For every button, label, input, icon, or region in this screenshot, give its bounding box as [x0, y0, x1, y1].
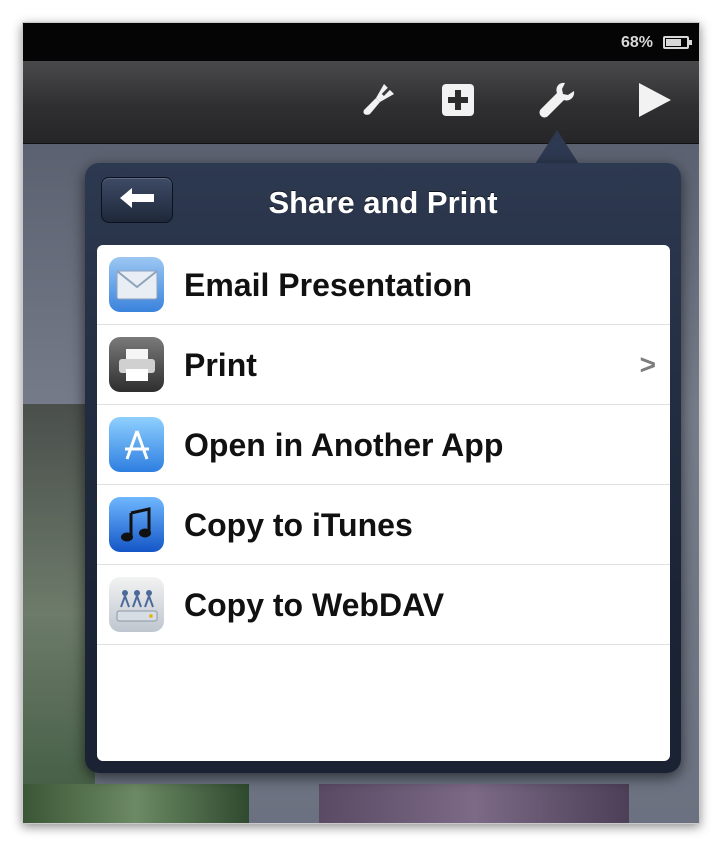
- app-screenshot-frame: 68% Share and Print Email Presentation P…: [22, 22, 700, 824]
- popover-arrow: [535, 130, 579, 164]
- slide-image-bottom-right: [319, 784, 629, 823]
- menu-item-label: Print: [184, 347, 257, 383]
- menu-item-label: Copy to iTunes: [184, 507, 413, 543]
- menu-item-label: Email Presentation: [184, 267, 473, 303]
- share-menu-list: Email Presentation Print > Open in Anoth…: [97, 245, 670, 761]
- paintbrush-icon[interactable]: [353, 75, 403, 125]
- menu-item-email-presentation[interactable]: Email Presentation: [97, 245, 670, 325]
- menu-item-print[interactable]: Print >: [97, 325, 670, 405]
- share-and-print-popover: Share and Print Email Presentation Print…: [85, 163, 681, 773]
- menu-item-copy-to-webdav[interactable]: Copy to WebDAV: [97, 565, 670, 645]
- battery-icon: [663, 36, 692, 49]
- battery-percentage: 68%: [620, 34, 653, 51]
- menu-item-copy-to-itunes[interactable]: Copy to iTunes: [97, 485, 670, 565]
- chevron-right-icon: >: [639, 349, 656, 380]
- toolbar: [23, 61, 699, 144]
- network-drive-icon: [109, 577, 164, 632]
- app-store-icon: [109, 417, 164, 472]
- status-bar: 68%: [23, 23, 699, 61]
- menu-item-label: Open in Another App: [184, 427, 504, 463]
- mail-icon: [109, 257, 164, 312]
- menu-item-open-in-another-app[interactable]: Open in Another App: [97, 405, 670, 485]
- menu-item-label: Copy to WebDAV: [184, 587, 445, 623]
- slide-image-bottom-left: [23, 784, 249, 823]
- popover-title: Share and Print: [268, 185, 498, 220]
- insert-plus-icon[interactable]: [433, 75, 483, 125]
- music-note-icon: [109, 497, 164, 552]
- play-icon[interactable]: [629, 75, 679, 125]
- printer-icon: [109, 337, 164, 392]
- wrench-icon[interactable]: [531, 75, 581, 125]
